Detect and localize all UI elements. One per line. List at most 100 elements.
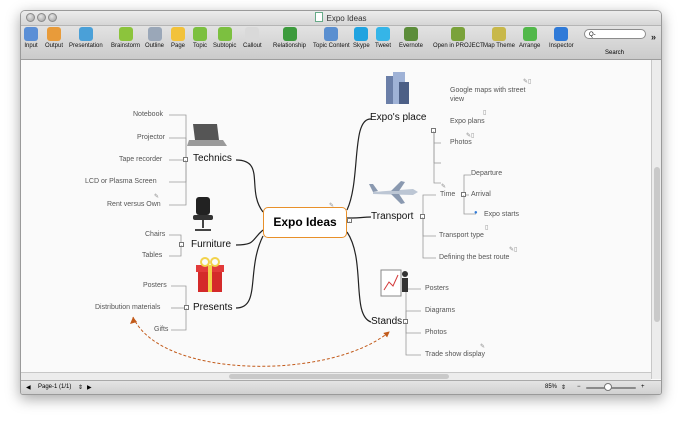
subtopic-transport-type[interactable]: Transport type	[439, 232, 484, 239]
subtopic-tables[interactable]: Tables	[142, 252, 162, 259]
topic-technics[interactable]: Technics	[193, 153, 232, 164]
toolbar-arrange-button[interactable]: Arrange	[519, 27, 540, 49]
topic-content-icon	[324, 27, 339, 41]
transport-collapse-toggle[interactable]: -	[420, 214, 425, 219]
subtopic-best-route[interactable]: Defining the best route	[439, 254, 509, 261]
presents-collapse-toggle[interactable]: -	[184, 305, 189, 310]
toolbar-topic-button[interactable]: Topic	[193, 27, 207, 49]
expos-place-collapse-toggle[interactable]: -	[431, 128, 436, 133]
topic-presents[interactable]: Presents	[193, 302, 232, 313]
project-icon	[451, 27, 466, 41]
zoom-slider-knob[interactable]	[604, 383, 612, 391]
subtopic-photos-stands[interactable]: Photos	[425, 329, 447, 336]
topic-transport[interactable]: Transport	[371, 211, 413, 222]
topic-stands[interactable]: Stands	[371, 316, 402, 327]
toolbar-label: Page	[171, 43, 186, 49]
subtopic-time[interactable]: Time	[440, 191, 455, 198]
horizontal-scroll-thumb[interactable]	[229, 374, 449, 379]
toolbar-brainstorm-button[interactable]: Brainstorm	[111, 27, 140, 49]
time-collapse-toggle[interactable]: -	[461, 192, 466, 197]
zoom-out-icon[interactable]: −	[577, 384, 581, 390]
map-canvas[interactable]: Expo Ideas - ✎ Expo's place - Technics -…	[21, 60, 651, 379]
subtopic-icon	[217, 27, 232, 41]
subtopic-arrival[interactable]: Arrival	[471, 191, 491, 198]
info-icon[interactable]: ●	[474, 210, 478, 216]
toolbar-callout-button[interactable]: Callout	[243, 27, 262, 49]
subtopic-projector[interactable]: Projector	[137, 134, 165, 141]
subtopic-photos-place[interactable]: Photos	[450, 139, 472, 146]
toolbar-relationship-button[interactable]: Relationship	[273, 27, 306, 49]
furniture-collapse-toggle[interactable]: -	[179, 242, 184, 247]
toolbar-label: Subtopic	[213, 43, 237, 49]
subtopic-tape-recorder[interactable]: Tape recorder	[119, 156, 162, 163]
toolbar-outline-button[interactable]: Outline	[145, 27, 164, 49]
subtopic-google-maps-line2[interactable]: view	[450, 96, 464, 103]
next-page-icon[interactable]: ▶	[87, 384, 92, 391]
attachment-icon[interactable]: ✎▯	[509, 246, 517, 253]
subtopic-departure[interactable]: Departure	[471, 170, 502, 177]
relationship-arrow[interactable]	[132, 316, 390, 367]
technics-collapse-toggle[interactable]: -	[183, 157, 188, 162]
note-icon[interactable]: ✎	[154, 193, 159, 200]
toolbar-presentation-button[interactable]: Presentation	[69, 27, 103, 49]
toolbar-subtopic-button[interactable]: Subtopic	[213, 27, 236, 49]
search-input[interactable]: Q-	[584, 29, 646, 39]
toolbar-label: Map Theme	[483, 43, 515, 49]
topic-expos-place[interactable]: Expo's place	[370, 112, 426, 123]
arrange-icon	[522, 27, 537, 41]
stands-collapse-toggle[interactable]: -	[403, 319, 408, 324]
building-icon	[386, 72, 409, 104]
prev-page-icon[interactable]: ◀	[26, 384, 31, 391]
toolbar-output-button[interactable]: Output	[45, 27, 63, 49]
tweet-icon	[376, 27, 390, 41]
subtopic-expo-starts[interactable]: Expo starts	[484, 211, 519, 218]
document-attachment-icon[interactable]: ▯	[483, 109, 486, 116]
subtopic-chairs[interactable]: Chairs	[145, 231, 165, 238]
attachment-icon[interactable]: ✎▯	[523, 78, 531, 85]
gift-box-icon	[196, 257, 224, 292]
document-attachment-icon[interactable]: ▯	[485, 224, 488, 231]
vertical-scroll-thumb[interactable]	[654, 167, 660, 322]
subtopic-lcd[interactable]: LCD or Plasma Screen	[85, 178, 157, 185]
toolbar-map-theme-button[interactable]: Map Theme	[483, 27, 515, 49]
photo-note-icon[interactable]: ✎▯	[466, 132, 474, 139]
note-icon[interactable]: ✎	[441, 183, 446, 190]
subtopic-gifts[interactable]: Gifts	[154, 326, 168, 333]
subtopic-google-maps[interactable]: Google maps with street	[450, 87, 525, 94]
subtopic-trade-show-display[interactable]: Trade show display	[425, 351, 485, 358]
toolbar-skype-button[interactable]: Skype	[353, 27, 370, 49]
search-label: Search	[605, 50, 625, 56]
toolbar-topic-content-button[interactable]: Topic Content	[313, 27, 350, 49]
toolbar-input-button[interactable]: Input	[24, 27, 38, 49]
topic-furniture[interactable]: Furniture	[191, 239, 231, 250]
presenter-board-icon	[380, 269, 408, 297]
subtopic-posters-presents[interactable]: Posters	[143, 282, 167, 289]
zoom-level[interactable]: 85%	[545, 384, 557, 390]
toolbar-project-button[interactable]: Open in PROJECT	[433, 27, 484, 49]
subtopic-notebook[interactable]: Notebook	[133, 111, 163, 118]
page-indicator[interactable]: Page-1 (1/1)	[38, 384, 71, 390]
note-icon[interactable]: ✎	[329, 202, 334, 209]
map-theme-icon	[491, 27, 506, 41]
toolbar-inspector-button[interactable]: Inspector	[549, 27, 574, 49]
zoom-stepper-icon[interactable]: ⇕	[561, 384, 566, 391]
page-icon	[171, 27, 185, 41]
note-icon[interactable]: ✎	[480, 343, 485, 350]
toolbar-evernote-button[interactable]: Evernote	[399, 27, 423, 49]
central-collapse-toggle[interactable]: -	[347, 218, 352, 223]
page-stepper-icon[interactable]: ⇕	[78, 384, 83, 391]
toolbar-tweet-button[interactable]: Tweet	[375, 27, 391, 49]
vertical-scrollbar[interactable]	[651, 60, 661, 379]
subtopic-diagrams[interactable]: Diagrams	[425, 307, 455, 314]
subtopic-rent-vs-own[interactable]: Rent versus Own	[107, 201, 161, 208]
subtopic-expo-plans[interactable]: Expo plans	[450, 118, 485, 125]
toolbar-overflow-icon[interactable]: »	[651, 32, 656, 42]
toolbar-label: Inspector	[549, 43, 574, 49]
subtopic-posters-stands[interactable]: Posters	[425, 285, 449, 292]
zoom-in-icon[interactable]: +	[641, 384, 645, 390]
relationship-icon	[282, 27, 297, 41]
subtopic-distribution-materials[interactable]: Distribution materials	[95, 304, 160, 311]
toolbar-label: Callout	[243, 43, 262, 49]
toolbar-page-button[interactable]: Page	[171, 27, 185, 49]
central-topic[interactable]: Expo Ideas	[263, 207, 347, 238]
